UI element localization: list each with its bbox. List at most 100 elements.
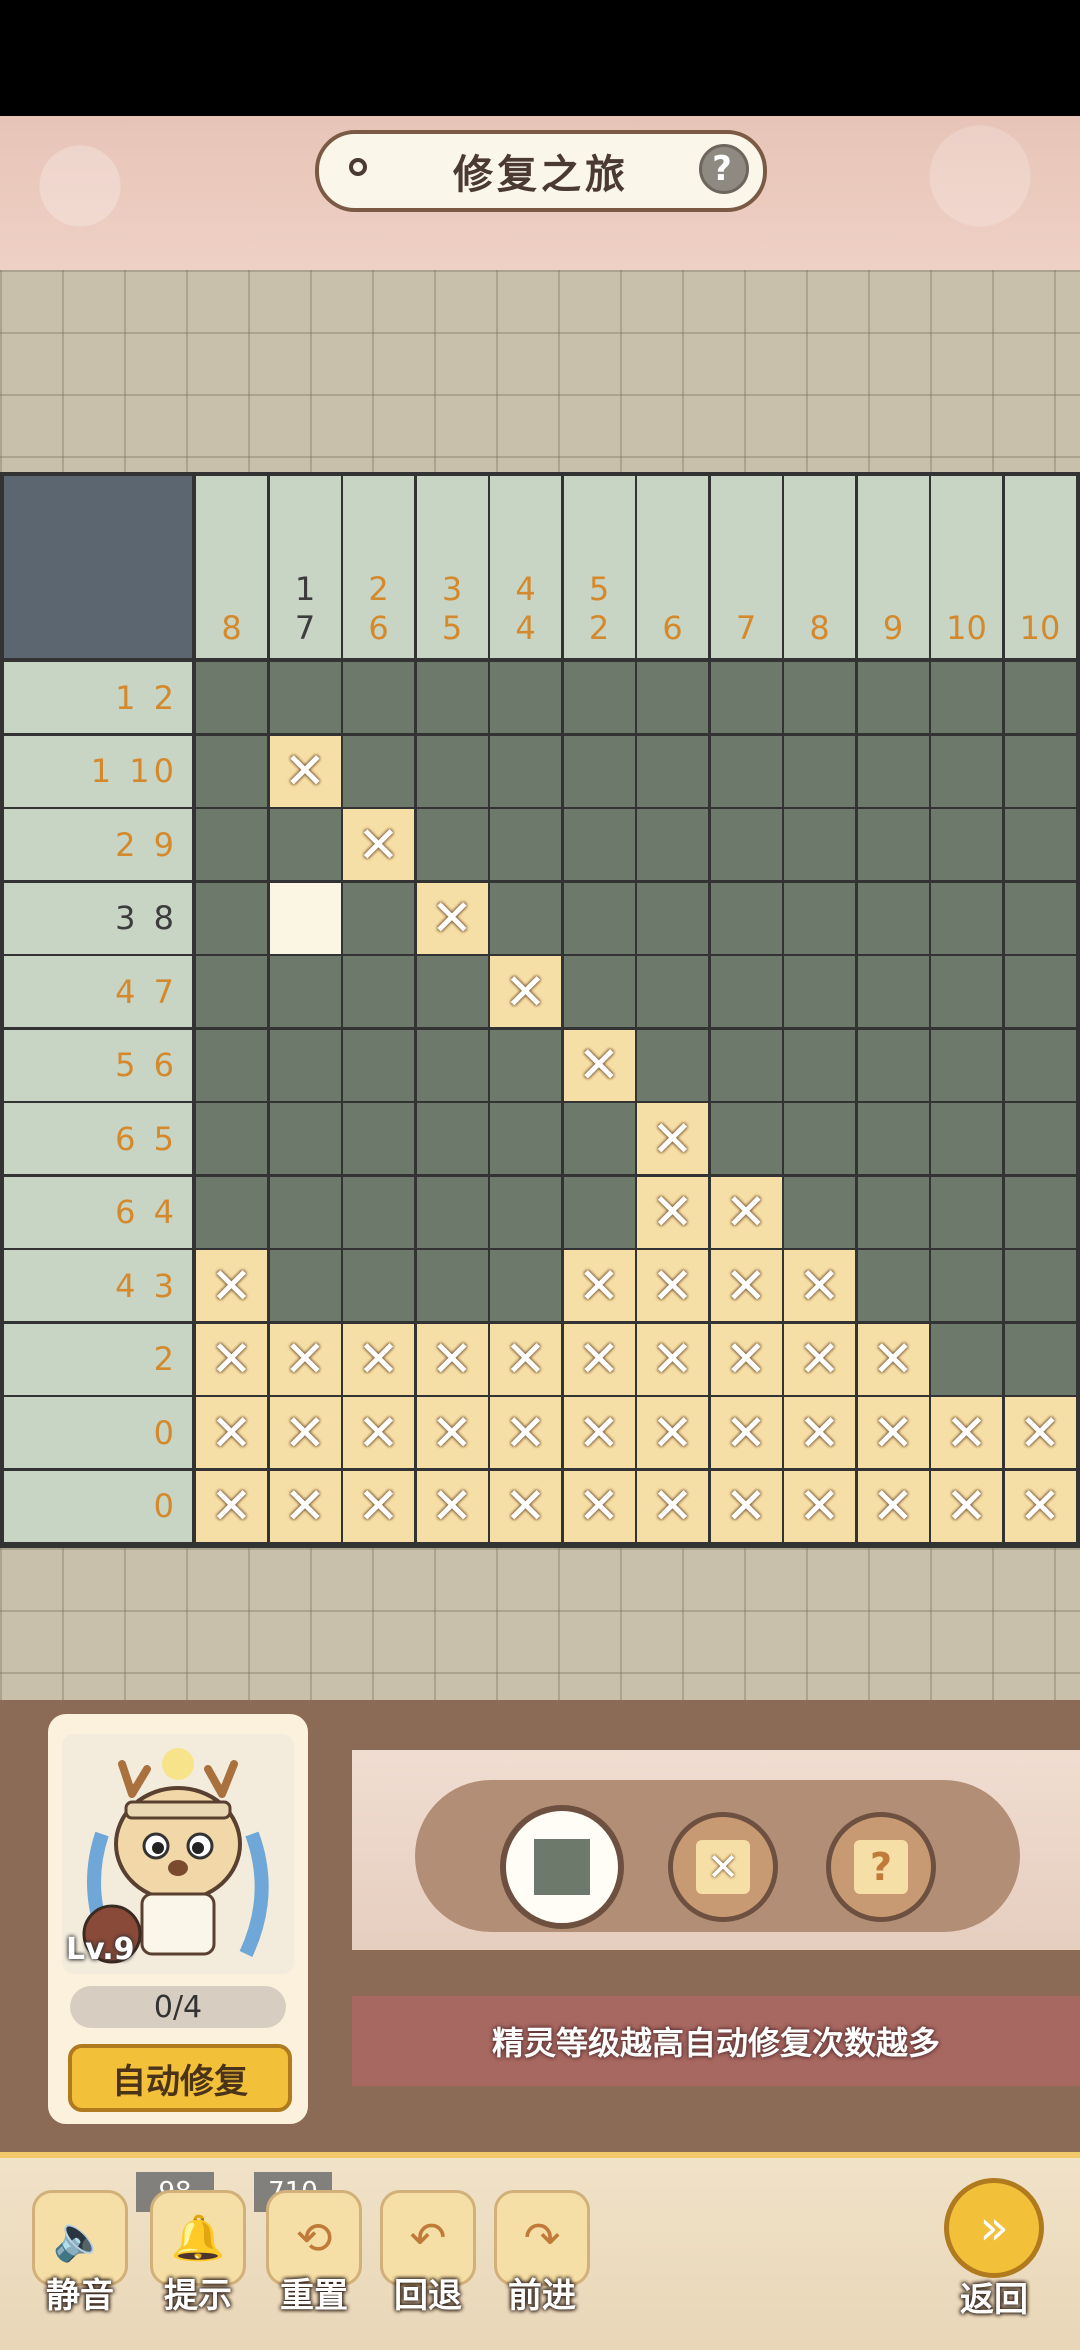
marked-cell[interactable] xyxy=(196,1397,267,1468)
grid-cell[interactable] xyxy=(637,956,708,1027)
grid-cell[interactable] xyxy=(343,662,414,733)
revealed-cell[interactable] xyxy=(269,882,341,954)
grid-cell[interactable] xyxy=(931,809,1002,880)
marked-cell[interactable] xyxy=(416,1470,488,1542)
grid-cell[interactable] xyxy=(343,1103,414,1174)
grid-cell[interactable] xyxy=(490,735,561,807)
hint-tool-button[interactable]: ? xyxy=(826,1812,936,1922)
marked-cell[interactable] xyxy=(343,809,414,880)
grid-cell[interactable] xyxy=(1004,662,1076,733)
back-button[interactable]: » xyxy=(944,2178,1044,2278)
grid-cell[interactable] xyxy=(269,956,341,1027)
grid-cell[interactable] xyxy=(490,1029,561,1101)
grid-cell[interactable] xyxy=(269,1103,341,1174)
grid-cell[interactable] xyxy=(563,1103,635,1174)
grid-cell[interactable] xyxy=(196,1029,267,1101)
grid-cell[interactable] xyxy=(931,662,1002,733)
grid-cell[interactable] xyxy=(710,1029,782,1101)
grid-cell[interactable] xyxy=(710,882,782,954)
auto-repair-button[interactable]: 自动修复 xyxy=(68,2044,292,2112)
marked-cell[interactable] xyxy=(710,1397,782,1468)
grid-cell[interactable] xyxy=(563,956,635,1027)
grid-cell[interactable] xyxy=(857,662,929,733)
marked-cell[interactable] xyxy=(710,1470,782,1542)
marked-cell[interactable] xyxy=(343,1323,414,1395)
grid-cell[interactable] xyxy=(196,1103,267,1174)
grid-cell[interactable] xyxy=(857,1176,929,1248)
grid-cell[interactable] xyxy=(196,809,267,880)
grid-cell[interactable] xyxy=(416,809,488,880)
grid-cell[interactable] xyxy=(931,1250,1002,1321)
marked-cell[interactable] xyxy=(269,1397,341,1468)
marked-cell[interactable] xyxy=(637,1103,708,1174)
marked-cell[interactable] xyxy=(563,1323,635,1395)
grid-cell[interactable] xyxy=(563,662,635,733)
grid-cell[interactable] xyxy=(784,662,855,733)
grid-cell[interactable] xyxy=(710,1103,782,1174)
marked-cell[interactable] xyxy=(784,1470,855,1542)
grid-cell[interactable] xyxy=(857,735,929,807)
grid-cell[interactable] xyxy=(857,809,929,880)
help-button[interactable]: ? xyxy=(699,144,749,194)
marked-cell[interactable] xyxy=(269,735,341,807)
marked-cell[interactable] xyxy=(637,1176,708,1248)
marked-cell[interactable] xyxy=(784,1323,855,1395)
grid-cell[interactable] xyxy=(490,1250,561,1321)
marked-cell[interactable] xyxy=(563,1397,635,1468)
grid-cell[interactable] xyxy=(490,662,561,733)
marked-cell[interactable] xyxy=(710,1250,782,1321)
grid-cell[interactable] xyxy=(1004,1250,1076,1321)
grid-cell[interactable] xyxy=(784,1176,855,1248)
grid-cell[interactable] xyxy=(416,1176,488,1248)
grid-cell[interactable] xyxy=(710,956,782,1027)
grid-cell[interactable] xyxy=(1004,735,1076,807)
grid-cell[interactable] xyxy=(490,1103,561,1174)
grid-cell[interactable] xyxy=(857,882,929,954)
grid-cell[interactable] xyxy=(637,882,708,954)
marked-cell[interactable] xyxy=(1004,1470,1076,1542)
grid-cell[interactable] xyxy=(784,809,855,880)
grid-cell[interactable] xyxy=(563,1176,635,1248)
fill-tool-button[interactable] xyxy=(500,1805,624,1929)
grid-cell[interactable] xyxy=(343,882,414,954)
grid-cell[interactable] xyxy=(416,662,488,733)
grid-cell[interactable] xyxy=(196,956,267,1027)
grid-cell[interactable] xyxy=(490,882,561,954)
grid-cell[interactable] xyxy=(416,735,488,807)
grid-cell[interactable] xyxy=(784,1103,855,1174)
grid-cell[interactable] xyxy=(416,956,488,1027)
marked-cell[interactable] xyxy=(490,1323,561,1395)
marked-cell[interactable] xyxy=(269,1323,341,1395)
grid-cell[interactable] xyxy=(784,956,855,1027)
grid-cell[interactable] xyxy=(1004,1103,1076,1174)
grid-cell[interactable] xyxy=(343,735,414,807)
grid-cell[interactable] xyxy=(784,735,855,807)
marked-cell[interactable] xyxy=(784,1250,855,1321)
marked-cell[interactable] xyxy=(637,1323,708,1395)
grid-cell[interactable] xyxy=(343,1029,414,1101)
cross-tool-button[interactable]: ✕ xyxy=(668,1812,778,1922)
marked-cell[interactable] xyxy=(196,1250,267,1321)
marked-cell[interactable] xyxy=(637,1250,708,1321)
marked-cell[interactable] xyxy=(343,1470,414,1542)
grid-cell[interactable] xyxy=(931,1323,1002,1395)
marked-cell[interactable] xyxy=(416,1397,488,1468)
marked-cell[interactable] xyxy=(637,1470,708,1542)
marked-cell[interactable] xyxy=(1004,1397,1076,1468)
marked-cell[interactable] xyxy=(710,1323,782,1395)
grid-cell[interactable] xyxy=(931,882,1002,954)
marked-cell[interactable] xyxy=(269,1470,341,1542)
grid-cell[interactable] xyxy=(857,1103,929,1174)
marked-cell[interactable] xyxy=(343,1397,414,1468)
grid-cell[interactable] xyxy=(269,662,341,733)
grid-cell[interactable] xyxy=(269,1029,341,1101)
grid-cell[interactable] xyxy=(931,1176,1002,1248)
marked-cell[interactable] xyxy=(490,1397,561,1468)
grid-cell[interactable] xyxy=(857,1250,929,1321)
grid-cell[interactable] xyxy=(931,1103,1002,1174)
grid-cell[interactable] xyxy=(269,1250,341,1321)
grid-cell[interactable] xyxy=(490,809,561,880)
marked-cell[interactable] xyxy=(563,1250,635,1321)
grid-cell[interactable] xyxy=(931,956,1002,1027)
grid-cell[interactable] xyxy=(1004,882,1076,954)
